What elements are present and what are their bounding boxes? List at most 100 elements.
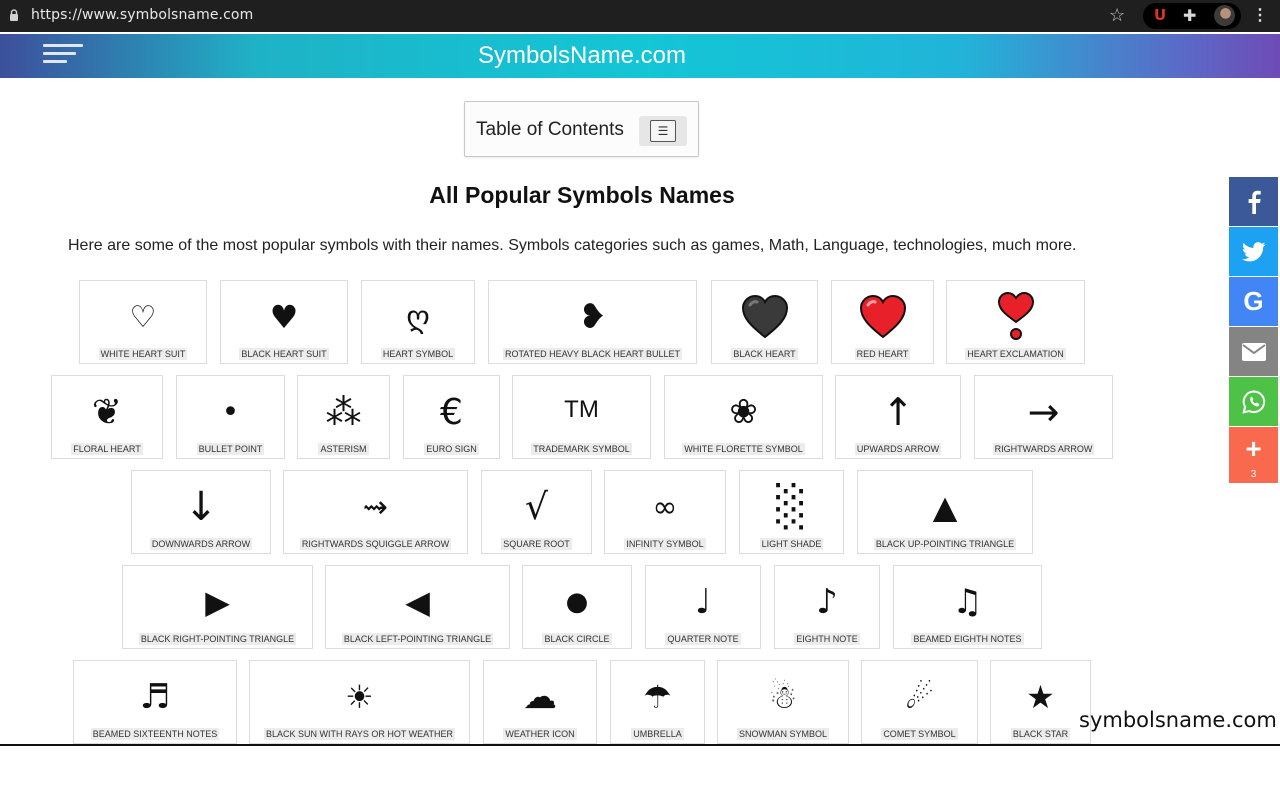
symbol-card[interactable]: ☀ BLACK SUN WITH RAYS OR HOT WEATHER bbox=[249, 660, 470, 744]
symbol-glyph: ⁂ bbox=[325, 391, 362, 433]
symbol-card[interactable]: ░ LIGHT SHADE bbox=[739, 470, 844, 554]
symbol-card[interactable]: ❦ FLORAL HEART bbox=[51, 375, 163, 459]
symbol-card[interactable]: ❀ WHITE FLORETTE SYMBOL bbox=[664, 375, 823, 459]
symbol-name: WEATHER ICON bbox=[503, 728, 577, 740]
symbol-glyph: • bbox=[221, 394, 240, 430]
symbol-card[interactable]: √ SQUARE ROOT bbox=[481, 470, 592, 554]
table-of-contents: Table of Contents ☰ bbox=[464, 101, 699, 157]
symbol-card[interactable]: HEART EXCLAMATION bbox=[946, 280, 1085, 364]
symbol-card[interactable]: € EURO SIGN bbox=[403, 375, 500, 459]
avatar[interactable] bbox=[1214, 5, 1235, 26]
page-heading: All Popular Symbols Names bbox=[429, 182, 735, 208]
symbol-glyph: ☀ bbox=[345, 678, 374, 716]
symbol-card[interactable]: TM TRADEMARK SYMBOL bbox=[512, 375, 651, 459]
symbol-card[interactable]: ↑ UPWARDS ARROW bbox=[835, 375, 961, 459]
symbol-card[interactable]: ❥ ROTATED HEAVY BLACK HEART BULLET bbox=[488, 280, 697, 364]
symbol-glyph bbox=[832, 289, 933, 345]
site-title[interactable]: SymbolsName.com bbox=[0, 42, 1164, 70]
symbol-glyph: ↓ bbox=[184, 484, 218, 530]
symbol-name: BEAMED EIGHTH NOTES bbox=[911, 633, 1024, 645]
watermark: symbolsname.com bbox=[1079, 708, 1277, 732]
share-email-button[interactable] bbox=[1229, 327, 1278, 376]
symbol-name: BLACK HEART bbox=[731, 348, 798, 360]
symbol-name: BLACK HEART SUIT bbox=[239, 348, 329, 360]
symbol-card[interactable]: ⇝ RIGHTWARDS SQUIGGLE ARROW bbox=[283, 470, 468, 554]
symbol-glyph: ☂ bbox=[643, 678, 672, 716]
symbol-card[interactable]: → RIGHTWARDS ARROW bbox=[974, 375, 1113, 459]
symbol-glyph: ☃ bbox=[768, 678, 798, 716]
symbol-name: SQUARE ROOT bbox=[501, 538, 572, 550]
symbol-card[interactable]: ☃ SNOWMAN SYMBOL bbox=[717, 660, 849, 744]
symbol-card[interactable]: ♬ BEAMED SIXTEENTH NOTES bbox=[73, 660, 237, 744]
symbol-name: DOWNWARDS ARROW bbox=[149, 538, 253, 550]
symbol-card[interactable]: ☂ UMBRELLA bbox=[610, 660, 705, 744]
symbol-card[interactable]: BLACK HEART bbox=[711, 280, 818, 364]
symbol-card[interactable]: RED HEART bbox=[831, 280, 934, 364]
symbol-name: INFINITY SYMBOL bbox=[624, 538, 706, 550]
whatsapp-icon bbox=[1241, 389, 1265, 414]
symbol-card[interactable]: ∞ INFINITY SYMBOL bbox=[604, 470, 726, 554]
symbol-name: BLACK LEFT-POINTING TRIANGLE bbox=[341, 633, 494, 645]
symbol-name: HEART SYMBOL bbox=[380, 348, 456, 360]
symbol-glyph: TM bbox=[564, 396, 599, 423]
symbol-name: UPWARDS ARROW bbox=[854, 443, 942, 455]
symbol-name: BEAMED SIXTEENTH NOTES bbox=[90, 728, 220, 740]
symbol-glyph bbox=[947, 289, 1084, 345]
symbol-card[interactable]: ♡ WHITE HEART SUIT bbox=[79, 280, 207, 364]
intro-text: Here are some of the most popular symbol… bbox=[68, 237, 1077, 254]
symbol-glyph: ❦ bbox=[91, 391, 123, 433]
symbol-glyph: ♥ bbox=[269, 298, 299, 336]
share-sidebar: G + 3 bbox=[1229, 177, 1278, 484]
heart-exclamation-icon bbox=[997, 292, 1034, 340]
symbol-glyph: ∞ bbox=[652, 489, 678, 525]
lock-icon[interactable] bbox=[9, 9, 19, 21]
symbol-name: FLORAL HEART bbox=[71, 443, 143, 455]
symbol-glyph: ● bbox=[565, 587, 589, 617]
symbol-card[interactable]: ★ BLACK STAR bbox=[990, 660, 1091, 744]
ublock-icon[interactable]: U bbox=[1154, 6, 1166, 24]
facebook-icon bbox=[1248, 190, 1261, 214]
symbol-glyph: √ bbox=[525, 486, 548, 528]
symbol-card[interactable]: ↓ DOWNWARDS ARROW bbox=[131, 470, 271, 554]
symbol-glyph: ◀ bbox=[405, 583, 430, 621]
symbol-glyph: ▶ bbox=[205, 583, 230, 621]
symbol-glyph: ⇝ bbox=[362, 489, 389, 525]
symbol-card[interactable]: ● BLACK CIRCLE bbox=[522, 565, 632, 649]
symbol-glyph: ღ bbox=[406, 299, 430, 335]
symbol-name: EURO SIGN bbox=[424, 443, 479, 455]
symbol-card[interactable]: ▶ BLACK RIGHT-POINTING TRIANGLE bbox=[122, 565, 313, 649]
symbol-glyph: → bbox=[1027, 390, 1060, 434]
star-icon[interactable]: ☆ bbox=[1109, 5, 1125, 26]
symbol-name: WHITE HEART SUIT bbox=[98, 348, 188, 360]
symbol-glyph bbox=[712, 289, 817, 345]
symbol-card[interactable]: ♪ EIGHTH NOTE bbox=[774, 565, 880, 649]
symbol-card[interactable]: ⁂ ASTERISM bbox=[297, 375, 390, 459]
symbol-card[interactable]: • BULLET POINT bbox=[176, 375, 285, 459]
symbol-card[interactable]: ღ HEART SYMBOL bbox=[361, 280, 475, 364]
symbol-card[interactable]: ♥ BLACK HEART SUIT bbox=[220, 280, 348, 364]
symbol-name: RIGHTWARDS SQUIGGLE ARROW bbox=[299, 538, 452, 550]
red-heart-icon bbox=[859, 295, 906, 339]
symbol-card[interactable]: ♫ BEAMED EIGHTH NOTES bbox=[893, 565, 1042, 649]
address-bar[interactable]: https://www.symbolsname.com bbox=[31, 7, 253, 23]
symbol-name: UMBRELLA bbox=[631, 728, 684, 740]
toc-label: Table of Contents bbox=[476, 119, 624, 140]
symbol-card[interactable]: ☁ WEATHER ICON bbox=[483, 660, 597, 744]
share-more-button[interactable]: + 3 bbox=[1229, 427, 1278, 483]
symbol-name: SNOWMAN SYMBOL bbox=[736, 728, 829, 740]
puzzle-icon[interactable]: ✚ bbox=[1183, 6, 1196, 26]
symbol-card[interactable]: ☄ COMET SYMBOL bbox=[861, 660, 978, 744]
symbol-glyph: ❥ bbox=[578, 297, 607, 337]
share-google-button[interactable]: G bbox=[1229, 277, 1278, 326]
symbol-card[interactable]: ◀ BLACK LEFT-POINTING TRIANGLE bbox=[325, 565, 510, 649]
symbol-name: BLACK CIRCLE bbox=[542, 633, 612, 645]
toc-toggle-button[interactable]: ☰ bbox=[639, 116, 687, 146]
symbol-name: BLACK STAR bbox=[1010, 728, 1071, 740]
share-twitter-button[interactable] bbox=[1229, 227, 1278, 276]
kebab-menu-icon[interactable]: ⋮ bbox=[1252, 5, 1268, 25]
symbol-card[interactable]: ▲ BLACK UP-POINTING TRIANGLE bbox=[857, 470, 1033, 554]
share-facebook-button[interactable] bbox=[1229, 177, 1278, 226]
symbol-card[interactable]: ♩ QUARTER NOTE bbox=[645, 565, 761, 649]
symbol-name: QUARTER NOTE bbox=[665, 633, 741, 645]
share-whatsapp-button[interactable] bbox=[1229, 377, 1278, 426]
